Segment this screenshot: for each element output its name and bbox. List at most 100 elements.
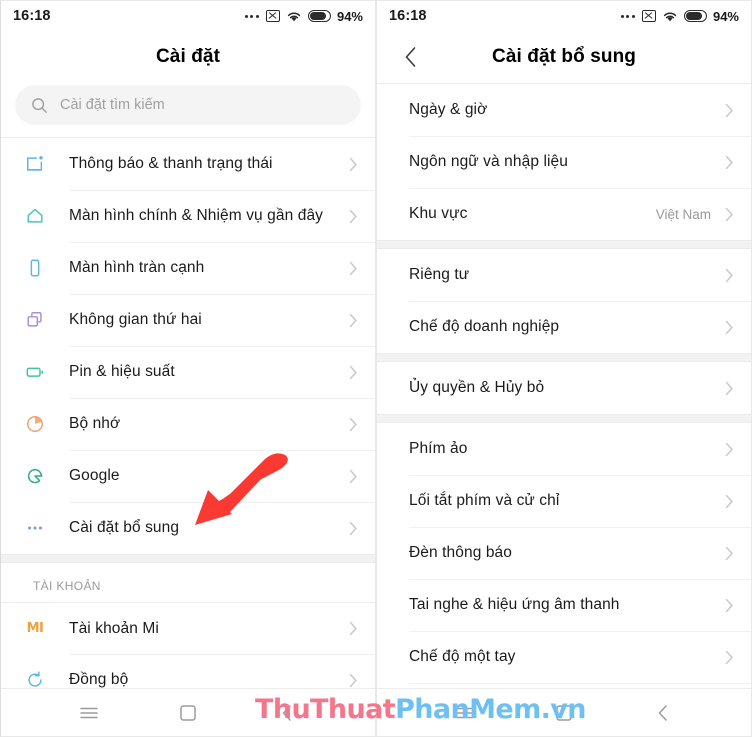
- back-chevron-icon: [405, 47, 416, 67]
- status-time: 16:18: [13, 8, 51, 24]
- google-icon: [1, 466, 69, 486]
- chevron-right-icon: [345, 157, 361, 172]
- back-chevron-icon[interactable]: [648, 698, 678, 728]
- search-placeholder: Cài đặt tìm kiếm: [60, 97, 165, 113]
- chevron-right-icon: [345, 673, 361, 688]
- chevron-right-icon: [721, 546, 737, 561]
- list-item-label: Khu vực: [409, 205, 468, 222]
- list-item-date-time[interactable]: Ngày & giờ: [377, 84, 751, 136]
- sidebar-item-label: Tài khoản Mi: [69, 619, 159, 637]
- list-item-virtual-keys[interactable]: Phím ảo: [377, 423, 751, 475]
- sidebar-item-label: Cài đặt bổ sung: [69, 519, 180, 536]
- more-dots-icon: [244, 14, 259, 18]
- sidebar-item-notifications[interactable]: Thông báo & thanh trạng thái: [1, 138, 375, 190]
- sidebar-item-storage[interactable]: Bộ nhớ: [1, 398, 375, 450]
- chevron-right-icon: [721, 494, 737, 509]
- watermark-part2: PhanMem.vn: [395, 694, 586, 725]
- list-item-enterprise-mode[interactable]: Chế độ doanh nghiệp: [377, 301, 751, 353]
- list-item-region[interactable]: Khu vực Việt Nam: [377, 188, 751, 240]
- list-item-value: Việt Nam: [655, 206, 711, 222]
- status-bar-right: 16:18 94%: [377, 1, 751, 31]
- chevron-right-icon: [345, 621, 361, 636]
- chevron-right-icon: [345, 521, 361, 536]
- chevron-right-icon: [721, 155, 737, 170]
- chevron-right-icon: [345, 261, 361, 276]
- back-button[interactable]: [403, 46, 425, 68]
- chevron-right-icon: [345, 365, 361, 380]
- list-item-authorization-revocation[interactable]: Ủy quyền & Hủy bỏ: [377, 362, 751, 414]
- right-phone-screen: 16:18 94% Cài đặt bổ sung Ngày & giờ Ngô…: [376, 0, 752, 737]
- chevron-right-icon: [721, 598, 737, 613]
- chevron-right-icon: [345, 469, 361, 484]
- status-icons: 94%: [620, 8, 739, 24]
- sync-icon: [1, 670, 69, 690]
- mi-account-icon: MI: [26, 621, 44, 636]
- no-sim-icon: [641, 10, 656, 22]
- wifi-icon: [287, 12, 301, 21]
- page-title: Cài đặt bổ sung: [492, 46, 636, 67]
- second-space-icon: [1, 310, 69, 330]
- sidebar-item-additional-settings[interactable]: Cài đặt bổ sung: [1, 502, 375, 554]
- list-item-label: Ủy quyền & Hủy bỏ: [409, 379, 545, 396]
- wifi-icon: [663, 12, 677, 21]
- list-item-language-input[interactable]: Ngôn ngữ và nhập liệu: [377, 136, 751, 188]
- sidebar-item-label: Google: [69, 467, 120, 484]
- chevron-right-icon: [721, 103, 737, 118]
- more-dots-icon: [1, 518, 69, 538]
- sidebar-item-second-space[interactable]: Không gian thứ hai: [1, 294, 375, 346]
- sidebar-item-label: Bộ nhớ: [69, 415, 121, 432]
- right-settings-list: Ngày & giờ Ngôn ngữ và nhập liệu Khu vực…: [377, 83, 751, 735]
- storage-icon: [1, 414, 69, 434]
- list-item-label: Riêng tư: [409, 266, 470, 283]
- left-title-bar: Cài đặt: [1, 31, 375, 83]
- sidebar-item-battery[interactable]: Pin & hiệu suất: [1, 346, 375, 398]
- list-item-headset-sound-effects[interactable]: Tai nghe & hiệu ứng âm thanh: [377, 579, 751, 631]
- list-item-privacy[interactable]: Riêng tư: [377, 249, 751, 301]
- search-icon: [32, 97, 47, 113]
- group-separator: [377, 353, 751, 362]
- list-item-label: Ngày & giờ: [409, 101, 488, 118]
- sidebar-item-mi-account[interactable]: MI Tài khoản Mi: [1, 602, 375, 654]
- chevron-right-icon: [721, 650, 737, 665]
- home-square-icon[interactable]: [173, 698, 203, 728]
- list-item-label: Lối tắt phím và cử chỉ: [409, 492, 560, 509]
- page-title: Cài đặt: [155, 46, 221, 67]
- list-item-button-shortcuts-gestures[interactable]: Lối tắt phím và cử chỉ: [377, 475, 751, 527]
- section-header-accounts: TÀI KHOẢN: [1, 563, 375, 602]
- left-phone-screen: 16:18 94% Cài đặt Cài đặt tìm kiếm Thông…: [0, 0, 376, 737]
- list-item-label: Chế độ doanh nghiệp: [409, 318, 560, 335]
- sidebar-item-edge-display[interactable]: Màn hình tràn cạnh: [1, 242, 375, 294]
- status-bar-left: 16:18 94%: [1, 1, 375, 31]
- list-item-label: Tai nghe & hiệu ứng âm thanh: [409, 596, 620, 613]
- search-input[interactable]: Cài đặt tìm kiếm: [15, 85, 361, 125]
- battery-performance-icon: [1, 362, 69, 382]
- home-screen-icon: [1, 206, 69, 226]
- search-container: Cài đặt tìm kiếm: [1, 83, 375, 137]
- sidebar-item-google[interactable]: Google: [1, 450, 375, 502]
- battery-icon: [683, 10, 707, 22]
- watermark-part1: ThuThuat: [255, 694, 396, 725]
- group-separator: [377, 240, 751, 249]
- sidebar-item-home-screen[interactable]: Màn hình chính & Nhiệm vụ gần đây: [1, 190, 375, 242]
- watermark: ThuThuatPhanMem.vn: [255, 694, 587, 725]
- chevron-right-icon: [721, 207, 737, 222]
- dual-screenshot-container: 16:18 94% Cài đặt Cài đặt tìm kiếm Thông…: [0, 0, 752, 737]
- group-separator: [377, 414, 751, 423]
- no-sim-icon: [265, 10, 280, 22]
- right-title-bar: Cài đặt bổ sung: [377, 31, 751, 83]
- chevron-right-icon: [721, 268, 737, 283]
- chevron-right-icon: [345, 313, 361, 328]
- list-item-label: Phím ảo: [409, 440, 468, 457]
- edge-display-icon: [1, 258, 69, 278]
- sidebar-item-label: Thông báo & thanh trạng thái: [69, 155, 273, 172]
- left-settings-list: Thông báo & thanh trạng thái Màn hình ch…: [1, 137, 375, 736]
- menu-icon[interactable]: [74, 698, 104, 728]
- list-item-one-handed-mode[interactable]: Chế độ một tay: [377, 631, 751, 683]
- list-item-notification-light[interactable]: Đèn thông báo: [377, 527, 751, 579]
- sidebar-item-label: Không gian thứ hai: [69, 311, 202, 328]
- more-dots-icon: [620, 14, 635, 18]
- battery-percent: 94%: [712, 8, 739, 24]
- sidebar-item-label: Màn hình chính & Nhiệm vụ gần đây: [69, 207, 324, 224]
- sidebar-item-label: Màn hình tràn cạnh: [69, 259, 205, 276]
- sidebar-item-label: Pin & hiệu suất: [69, 363, 175, 380]
